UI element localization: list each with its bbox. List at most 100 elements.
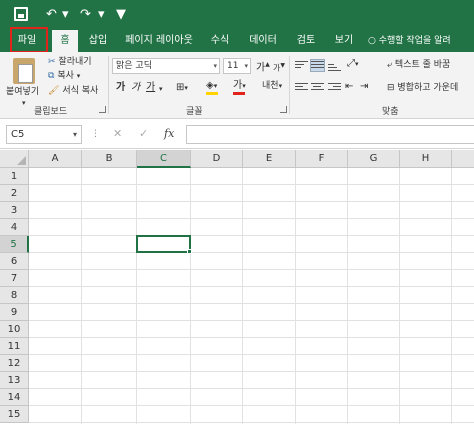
tab-home[interactable]: 홈 (52, 30, 78, 52)
tell-me-box[interactable]: ○ 수행할 작업을 알려 (368, 30, 472, 52)
tell-me-placeholder: 수행할 작업을 알려 (378, 36, 451, 46)
column-header-c[interactable]: C (137, 150, 191, 168)
font-name-select[interactable]: 맑은 고딕 ▾ (112, 58, 220, 74)
merge-center-button[interactable]: ⊟ 병합하고 가운데 (387, 82, 458, 94)
group-separator (108, 56, 109, 114)
insert-function-button[interactable]: fx (164, 127, 174, 140)
increase-indent-icon[interactable]: ⇥ (360, 81, 368, 93)
tab-review[interactable]: 검토 (292, 30, 320, 52)
copy-button[interactable]: ⧉ 복사 ▾ (48, 70, 80, 82)
gridline-horizontal (29, 320, 474, 321)
row-header-14[interactable]: 14 (0, 389, 29, 406)
gridline-horizontal (29, 252, 474, 253)
row-header-11[interactable]: 11 (0, 338, 29, 355)
cancel-icon[interactable]: ✕ (113, 127, 122, 140)
decrease-indent-icon[interactable]: ⇤ (345, 81, 353, 93)
row-header-5[interactable]: 5 (0, 236, 29, 253)
row-header-13[interactable]: 13 (0, 372, 29, 389)
gridline-horizontal (29, 286, 474, 287)
column-header-h[interactable]: H (400, 150, 452, 168)
row-header-2[interactable]: 2 (0, 185, 29, 202)
redo-dropdown-icon[interactable]: ▾ (98, 7, 105, 23)
bold-button[interactable]: 가 (116, 82, 125, 94)
name-box[interactable]: C5 ▾ (6, 125, 82, 144)
row-header-15[interactable]: 15 (0, 406, 29, 423)
column-header-e[interactable]: E (243, 150, 296, 168)
merge-icon: ⊟ (387, 83, 395, 93)
undo-dropdown-icon[interactable]: ▾ (62, 7, 69, 23)
tab-file[interactable]: 파일 (4, 30, 50, 52)
row-header-8[interactable]: 8 (0, 287, 29, 304)
row-header-10[interactable]: 10 (0, 321, 29, 338)
row-header-7[interactable]: 7 (0, 270, 29, 287)
italic-button[interactable]: 가 (131, 82, 140, 94)
gridline-vertical (136, 168, 137, 424)
align-middle-icon[interactable] (310, 59, 325, 72)
clipboard-launcher-icon[interactable] (99, 106, 106, 113)
row-header-12[interactable]: 12 (0, 355, 29, 372)
tab-insert[interactable]: 삽입 (84, 30, 112, 52)
worksheet-grid[interactable]: ABCDEFGH 1 2 3 4 5 6 7 8 9 10 11 12 13 14 15 (0, 150, 474, 424)
orientation-icon: ⤢ (347, 58, 355, 69)
gridline-horizontal (29, 235, 474, 236)
formula-bar: C5 ▾ ⋮ ✕ ✓ fx (0, 119, 474, 149)
active-cell[interactable] (136, 235, 191, 253)
align-center-icon[interactable] (311, 83, 324, 94)
tab-data[interactable]: 데이터 (244, 30, 282, 52)
row-header-9[interactable]: 9 (0, 304, 29, 321)
grow-font-button[interactable]: 가▲ (256, 59, 270, 74)
gridline-horizontal (29, 337, 474, 338)
undo-icon[interactable]: ↶ (46, 7, 57, 23)
underline-dropdown-icon[interactable]: ▾ (159, 83, 163, 95)
column-header-b[interactable]: B (82, 150, 137, 168)
formula-bar-grip-icon[interactable]: ⋮ (91, 129, 100, 139)
paste-dropdown-icon[interactable]: ▾ (22, 97, 26, 109)
gridline-horizontal (29, 269, 474, 270)
row-header-4[interactable]: 4 (0, 219, 29, 236)
save-icon[interactable] (14, 7, 28, 21)
gridline-horizontal (29, 405, 474, 406)
ribbon-tabs: 파일 홈 삽입 페이지 레이아웃 수식 데이터 검토 보기 ○ 수행할 작업을 … (0, 30, 474, 52)
column-header-g[interactable]: G (348, 150, 400, 168)
formula-input[interactable] (186, 125, 474, 144)
gridline-horizontal (29, 218, 474, 219)
tab-view[interactable]: 보기 (330, 30, 358, 52)
align-left-icon[interactable] (295, 83, 308, 94)
wrap-text-icon: ⤶ (387, 60, 393, 70)
enter-icon[interactable]: ✓ (139, 127, 148, 140)
select-all-button[interactable] (0, 150, 29, 168)
gridline-horizontal (29, 201, 474, 202)
fill-color-swatch (206, 92, 218, 95)
orientation-button[interactable]: ⤢▾ (347, 58, 359, 70)
shrink-font-button[interactable]: 가▼ (273, 60, 285, 75)
column-header-f[interactable]: F (296, 150, 348, 168)
align-right-icon[interactable] (328, 83, 341, 94)
column-header-overflow[interactable] (452, 150, 474, 168)
redo-icon[interactable]: ↷ (80, 7, 91, 23)
column-header-a[interactable]: A (29, 150, 82, 168)
format-painter-button[interactable]: 🖌 서식 복사 (48, 85, 98, 97)
phonetic-button[interactable]: 내천▾ (262, 80, 282, 92)
gridline-vertical (295, 168, 296, 424)
font-size-select[interactable]: 11 ▾ (223, 58, 251, 74)
customize-quick-access-icon[interactable]: ▼ (116, 7, 126, 23)
tab-formulas[interactable]: 수식 (206, 30, 234, 52)
align-top-icon[interactable] (295, 61, 308, 72)
tab-page-layout[interactable]: 페이지 레이아웃 (122, 30, 196, 52)
underline-button[interactable]: 가 (146, 82, 155, 94)
font-launcher-icon[interactable] (280, 106, 287, 113)
fill-color-button[interactable]: ◈▾ (206, 80, 218, 95)
cut-button[interactable]: ✂ 잘라내기 (48, 56, 92, 68)
column-header-d[interactable]: D (191, 150, 243, 168)
fill-handle[interactable] (187, 249, 192, 254)
borders-button[interactable]: ⊞▾ (176, 82, 188, 94)
font-color-button[interactable]: 가▾ (233, 80, 246, 95)
wrap-text-button[interactable]: ⤶ 텍스트 줄 바꿈 (387, 59, 450, 71)
paste-icon[interactable] (13, 58, 35, 84)
align-bottom-icon[interactable] (328, 61, 341, 72)
row-header-3[interactable]: 3 (0, 202, 29, 219)
font-color-swatch (233, 92, 245, 95)
gridline-horizontal (29, 388, 474, 389)
row-header-6[interactable]: 6 (0, 253, 29, 270)
row-header-1[interactable]: 1 (0, 168, 29, 185)
